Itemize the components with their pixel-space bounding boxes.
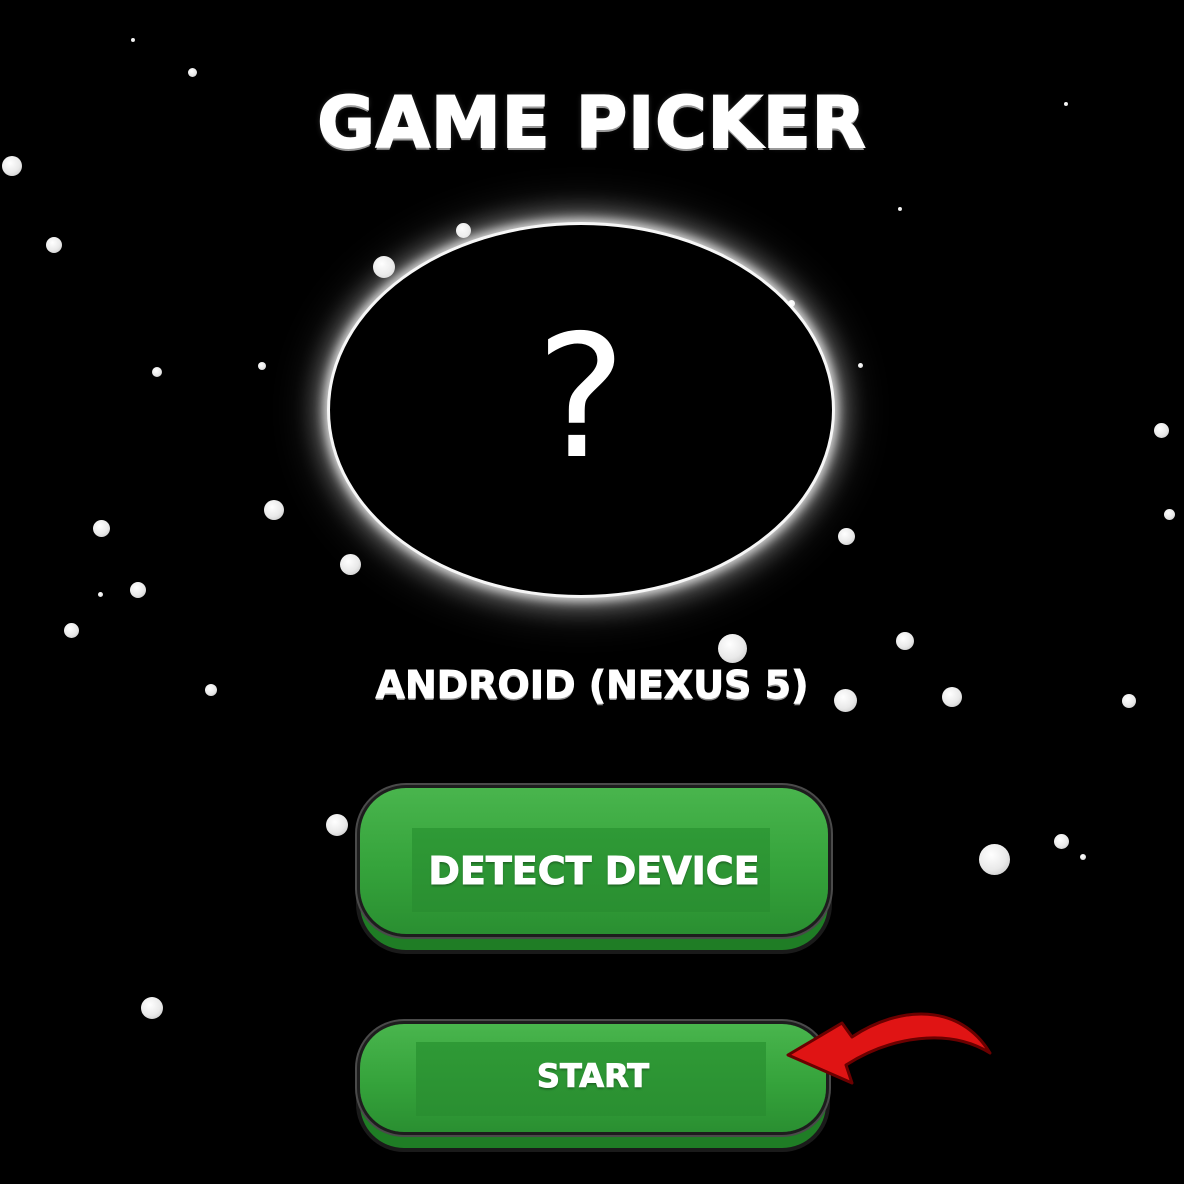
star-dot	[858, 363, 863, 368]
star-dot	[2, 156, 22, 176]
star-dot	[188, 68, 197, 77]
star-dot	[258, 362, 266, 370]
star-dot	[1154, 423, 1169, 438]
start-button[interactable]: START	[360, 1024, 826, 1132]
detect-device-button[interactable]: DETECT DEVICE	[360, 788, 828, 934]
star-dot	[718, 634, 747, 663]
star-dot	[340, 554, 361, 575]
start-label: START	[536, 1057, 650, 1095]
star-dot	[46, 237, 62, 253]
star-dot	[1080, 854, 1086, 860]
star-dot	[64, 623, 79, 638]
star-dot	[456, 223, 471, 238]
star-dot	[98, 592, 103, 597]
device-label: ANDROID (NEXUS 5)	[375, 663, 809, 707]
star-dot	[373, 256, 395, 278]
star-dot	[131, 38, 135, 42]
page-title: GAME PICKER	[316, 82, 867, 164]
star-dot	[326, 814, 348, 836]
star-dot	[896, 632, 914, 650]
star-dot	[838, 528, 855, 545]
star-dot	[1164, 509, 1175, 520]
star-dot	[130, 582, 146, 598]
star-dot	[898, 207, 902, 211]
game-picker-screen: GAME PICKER ? ANDROID (NEXUS 5) DETECT D…	[0, 0, 1184, 1184]
star-dot	[93, 520, 110, 537]
detect-device-label: DETECT DEVICE	[428, 849, 760, 893]
star-dot	[1054, 834, 1069, 849]
question-mark-icon: ?	[535, 299, 627, 497]
star-dot	[152, 367, 162, 377]
game-preview-circle: ?	[330, 225, 832, 595]
star-dot	[979, 844, 1010, 875]
star-dot	[141, 997, 163, 1019]
star-dot	[264, 500, 284, 520]
curved-arrow-icon	[786, 1012, 992, 1085]
